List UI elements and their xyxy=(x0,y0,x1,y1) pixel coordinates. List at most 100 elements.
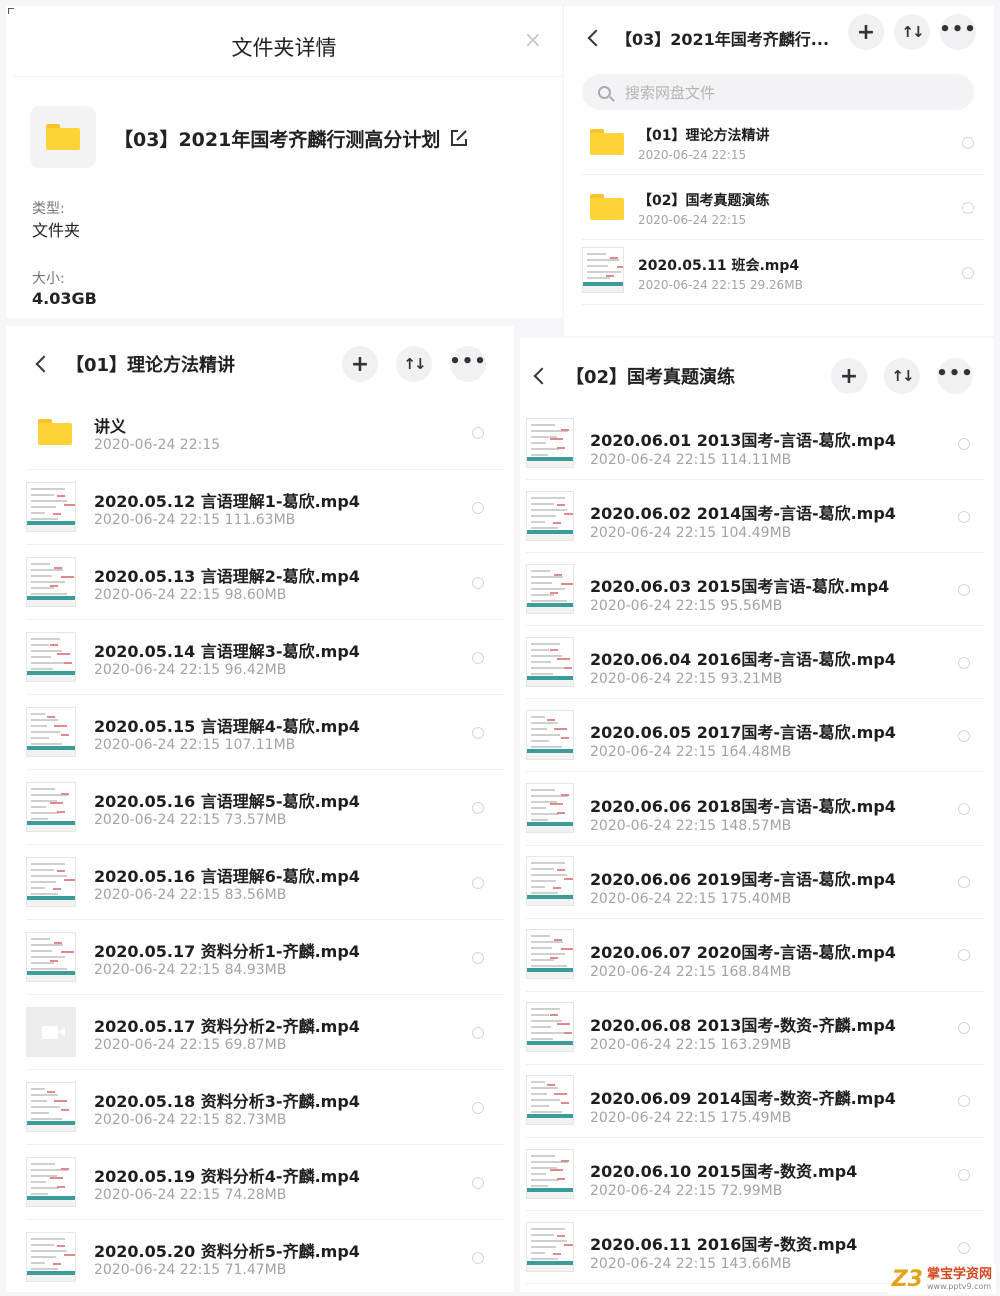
list-item[interactable]: 2020.06.10 2015国考-数资.mp4 2020-06-24 22:15… xyxy=(520,1138,994,1212)
list-item[interactable]: 2020.06.05 2017国考-言语-葛欣.mp4 2020-06-24 22… xyxy=(520,699,994,773)
file-meta: 2020-06-24 22:15 107.11MB xyxy=(94,737,296,753)
list-item[interactable]: 讲义 2020-06-24 22:15 xyxy=(6,395,514,470)
select-radio[interactable] xyxy=(472,1026,484,1039)
select-radio[interactable] xyxy=(958,656,970,669)
select-radio[interactable] xyxy=(472,1101,484,1114)
video-thumbnail xyxy=(26,556,76,607)
video-thumbnail xyxy=(26,481,76,532)
select-radio[interactable] xyxy=(472,576,484,589)
list-item[interactable]: 2020.06.03 2015国考言语-葛欣.mp4 2020-06-24 22:… xyxy=(520,553,994,627)
file-meta: 2020-06-24 22:15 84.93MB xyxy=(94,962,287,978)
file-meta: 2020-06-24 22:15 73.57MB xyxy=(94,812,287,828)
select-radio[interactable] xyxy=(958,876,970,889)
video-thumbnail xyxy=(526,1002,574,1053)
list-item[interactable]: 2020.05.14 言语理解3-葛欣.mp4 2020-06-24 22:15 … xyxy=(6,620,514,695)
list-item[interactable]: 2020.05.20 资料分析5-齐麟.mp4 2020-06-24 22:15 … xyxy=(6,1220,514,1292)
select-radio[interactable] xyxy=(958,949,970,962)
file-name: 2020.05.17 资料分析1-齐麟.mp4 xyxy=(94,942,360,961)
select-radio[interactable] xyxy=(472,1251,484,1264)
edit-icon[interactable] xyxy=(450,129,468,147)
search-input[interactable]: 搜索网盘文件 xyxy=(582,74,974,110)
more-button[interactable]: ••• xyxy=(449,346,486,382)
select-radio[interactable] xyxy=(958,583,970,596)
video-thumbnail xyxy=(526,636,574,687)
file-meta: 2020-06-24 22:15 93.21MB xyxy=(590,671,783,688)
chevron-left-icon[interactable] xyxy=(35,355,53,373)
sort-button[interactable]: ↑↓ xyxy=(396,346,432,382)
sort-button[interactable]: ↑↓ xyxy=(894,14,930,50)
select-radio[interactable] xyxy=(962,136,974,149)
list-item[interactable]: 2020.06.01 2013国考-言语-葛欣.mp4 2020-06-24 22… xyxy=(520,407,994,481)
select-radio[interactable] xyxy=(472,801,484,814)
file-meta: 2020-06-24 22:15 104.49MB xyxy=(590,525,792,542)
video-icon xyxy=(26,1006,76,1057)
file-meta: 2020-06-24 22:15 114.11MB xyxy=(590,452,792,468)
select-radio[interactable] xyxy=(958,1241,970,1254)
list-item[interactable]: 2020.05.13 言语理解2-葛欣.mp4 2020-06-24 22:15 … xyxy=(6,545,514,620)
list-item[interactable]: 【01】理论方法精讲 2020-06-24 22:15 xyxy=(564,110,994,175)
more-button[interactable]: ••• xyxy=(939,14,976,50)
more-button[interactable]: ••• xyxy=(936,358,973,394)
select-radio[interactable] xyxy=(958,729,970,742)
chevron-left-icon[interactable] xyxy=(587,29,605,47)
close-icon[interactable]: × xyxy=(524,28,542,53)
list-item[interactable]: 2020.06.09 2014国考-数资-齐麟.mp4 2020-06-24 22… xyxy=(520,1065,994,1138)
select-radio[interactable] xyxy=(472,726,484,739)
list-item[interactable]: 2020.05.17 资料分析2-齐麟.mp4 2020-06-24 22:15 … xyxy=(6,995,514,1070)
file-name: 2020.05.16 言语理解6-葛欣.mp4 xyxy=(94,867,360,886)
file-meta: 2020-06-24 22:15 143.66MB xyxy=(590,1256,792,1273)
video-thumbnail xyxy=(582,246,624,293)
list-item[interactable]: 2020.05.19 资料分析4-齐麟.mp4 2020-06-24 22:15 … xyxy=(6,1145,514,1220)
file-meta: 2020-06-24 22:15 74.28MB xyxy=(94,1187,287,1203)
select-radio[interactable] xyxy=(472,426,484,439)
type-label: 类型: xyxy=(32,201,65,217)
select-radio[interactable] xyxy=(962,201,974,214)
video-thumbnail xyxy=(26,856,76,907)
file-meta: 2020-06-24 22:15 xyxy=(638,148,747,162)
file-name: 2020.05.11 班会.mp4 xyxy=(638,258,800,274)
add-button[interactable]: + xyxy=(831,358,867,394)
corner-mark xyxy=(8,8,14,14)
list-item[interactable]: 2020.05.12 言语理解1-葛欣.mp4 2020-06-24 22:15 … xyxy=(6,470,514,545)
select-radio[interactable] xyxy=(958,803,970,816)
file-name: 2020.06.10 2015国考-数资.mp4 xyxy=(590,1162,858,1181)
list-item[interactable]: 2020.06.02 2014国考-言语-葛欣.mp4 2020-06-24 22… xyxy=(520,480,994,554)
select-radio[interactable] xyxy=(958,510,970,523)
list-item[interactable]: 2020.06.06 2018国考-言语-葛欣.mp4 2020-06-24 22… xyxy=(520,773,994,846)
list-item[interactable]: 2020.05.16 言语理解6-葛欣.mp4 2020-06-24 22:15 … xyxy=(6,845,514,920)
list-item[interactable]: 2020.05.11 班会.mp4 2020-06-24 22:15 29.26M… xyxy=(564,240,994,305)
add-button[interactable]: + xyxy=(342,346,378,382)
file-name: 2020.05.14 言语理解3-葛欣.mp4 xyxy=(94,642,360,661)
select-radio[interactable] xyxy=(958,1168,970,1181)
list-item[interactable]: 2020.05.17 资料分析1-齐麟.mp4 2020-06-24 22:15 … xyxy=(6,920,514,995)
add-button[interactable]: + xyxy=(848,14,884,50)
select-radio[interactable] xyxy=(962,266,974,279)
select-radio[interactable] xyxy=(958,1095,970,1108)
video-thumbnail xyxy=(526,1075,574,1126)
select-radio[interactable] xyxy=(472,651,484,664)
sort-button[interactable]: ↑↓ xyxy=(884,358,920,394)
list-item[interactable]: 2020.06.08 2013国考-数资-齐麟.mp4 2020-06-24 22… xyxy=(520,992,994,1065)
folder-icon xyxy=(590,193,624,220)
panel-header: 【02】国考真题演练 xyxy=(520,358,994,394)
select-radio[interactable] xyxy=(472,951,484,964)
list-item[interactable]: 2020.06.04 2016国考-言语-葛欣.mp4 2020-06-24 22… xyxy=(520,626,994,700)
select-radio[interactable] xyxy=(472,501,484,514)
list-item[interactable]: 2020.05.15 言语理解4-葛欣.mp4 2020-06-24 22:15 … xyxy=(6,695,514,770)
file-meta: 2020-06-24 22:15 29.26MB xyxy=(638,278,803,292)
file-meta: 2020-06-24 22:15 69.87MB xyxy=(94,1037,287,1053)
list-item[interactable]: 2020.06.07 2020国考-言语-葛欣.mp4 2020-06-24 22… xyxy=(520,919,994,992)
panel-header: 【03】2021年国考齐麟行... xyxy=(564,20,994,56)
select-radio[interactable] xyxy=(472,1176,484,1189)
list-item[interactable]: 【02】国考真题演练 2020-06-24 22:15 xyxy=(564,175,994,240)
file-meta: 2020-06-24 22:15 175.49MB xyxy=(590,1109,792,1126)
list-item[interactable]: 2020.05.18 资料分析3-齐麟.mp4 2020-06-24 22:15 … xyxy=(6,1070,514,1145)
list-item[interactable]: 2020.05.16 言语理解5-葛欣.mp4 2020-06-24 22:15 … xyxy=(6,770,514,845)
size-label: 大小: xyxy=(32,271,65,287)
file-name: 2020.06.05 2017国考-言语-葛欣.mp4 xyxy=(590,723,896,743)
select-radio[interactable] xyxy=(472,876,484,889)
select-radio[interactable] xyxy=(958,437,970,450)
list-item[interactable]: 2020.06.06 2019国考-言语-葛欣.mp4 2020-06-24 22… xyxy=(520,846,994,919)
chevron-left-icon[interactable] xyxy=(533,367,551,385)
select-radio[interactable] xyxy=(958,1022,970,1035)
